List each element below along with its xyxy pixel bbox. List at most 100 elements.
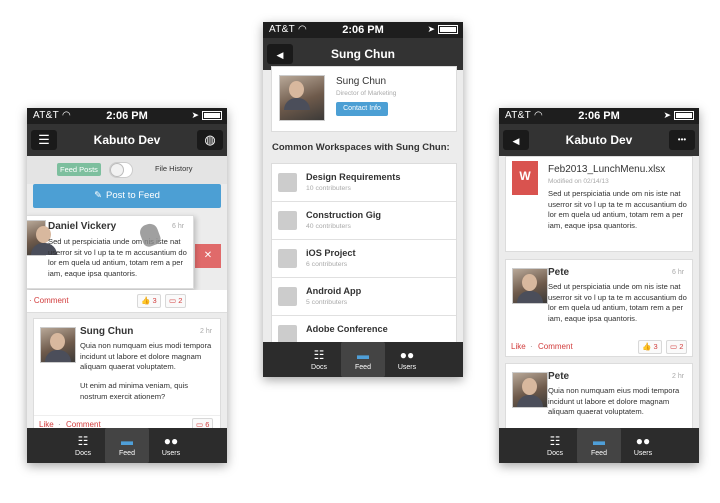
- tab-label: Users: [397, 363, 417, 371]
- right-phone-screen: AT&T ◠ 2:06 PM ➤ ◀ Kabuto Dev ••• W Feb2…: [499, 108, 699, 463]
- separator: ·: [530, 342, 533, 351]
- workspace-name: iOS Project: [306, 248, 356, 258]
- post-time: 2 hr: [672, 373, 685, 380]
- tab-docs[interactable]: ☷ Docs: [533, 428, 577, 463]
- tab-feed[interactable]: ▬ Feed: [105, 428, 149, 463]
- post-time: 6 hr: [172, 223, 185, 230]
- profile-name: Sung Chun: [336, 76, 387, 87]
- tab-docs[interactable]: ☷ Docs: [297, 342, 341, 377]
- like-link[interactable]: Like: [511, 342, 526, 351]
- tab-label: Users: [633, 449, 653, 457]
- separator: ·: [29, 296, 32, 305]
- location-icon: ➤: [663, 110, 671, 120]
- comment-icon: ▭: [670, 342, 678, 351]
- post-author: Pete: [548, 371, 570, 382]
- globe-button[interactable]: ◍: [197, 130, 223, 150]
- users-icon: ●●: [635, 433, 651, 448]
- status-bar: AT&T ◠ 2:06 PM ➤: [263, 22, 463, 38]
- post-author: Sung Chun: [80, 326, 134, 337]
- comment-count-badge[interactable]: ▭ 2: [666, 340, 688, 354]
- file-modified: Modified on 02/14/13: [548, 178, 609, 185]
- comment-link[interactable]: Comment: [538, 342, 573, 351]
- toggle-switch[interactable]: [109, 162, 133, 178]
- users-icon: ●●: [163, 433, 179, 448]
- post-button-label: Post to Feed: [106, 190, 160, 201]
- post-time: 6 hr: [672, 269, 685, 276]
- feed-post[interactable]: Pete 2 hr Quia non numquam eius modi tem…: [505, 363, 693, 435]
- tab-bar: ☷ Docs ▬ Feed ●● Users: [499, 428, 699, 463]
- post-author: Pete: [548, 267, 570, 278]
- more-icon: •••: [677, 135, 687, 144]
- workspace-contributors: 6 contributers: [306, 261, 348, 268]
- tab-label: Docs: [311, 363, 327, 371]
- like-count: 3: [152, 296, 157, 305]
- battery-icon: [438, 25, 458, 34]
- feed-icon: ▬: [593, 433, 605, 448]
- workspace-thumbnail: [278, 211, 297, 230]
- file-history-label[interactable]: File History: [155, 164, 193, 173]
- status-bar: AT&T ◠ 2:06 PM ➤: [27, 108, 227, 124]
- workspace-thumbnail: [278, 249, 297, 268]
- globe-icon: ◍: [204, 132, 216, 147]
- feed-icon: ▬: [121, 433, 133, 448]
- feed-post-swiped[interactable]: Daniel Vickery 6 hr Sed ut perspiciatia …: [27, 215, 194, 289]
- docs-icon: ☷: [313, 347, 325, 362]
- post-text: Quia non numquam eius modi tempora incid…: [548, 386, 680, 416]
- workspace-item[interactable]: Design Requirements 10 contributers: [272, 164, 456, 202]
- workspace-item[interactable]: iOS Project 6 contributers: [272, 240, 456, 278]
- tab-feed[interactable]: ▬ Feed: [341, 342, 385, 377]
- avatar: [27, 220, 57, 256]
- toggle-knob: [110, 163, 124, 177]
- delete-action-area[interactable]: ✕: [195, 244, 221, 268]
- workspace-item[interactable]: Construction Gig 40 contributers: [272, 202, 456, 240]
- comment-icon: ▭: [169, 296, 177, 305]
- docs-icon: ☷: [77, 433, 89, 448]
- post-actions: · Comment 👍 3 ▭ 2: [27, 290, 227, 313]
- tab-feed[interactable]: ▬ Feed: [577, 428, 621, 463]
- file-post-card[interactable]: W Feb2013_LunchMenu.xlsx Modified on 02/…: [505, 156, 693, 252]
- comment-link[interactable]: · Comment: [29, 296, 69, 305]
- comment-count: 2: [679, 342, 684, 351]
- workspace-thumbnail: [278, 173, 297, 192]
- word-file-icon: W: [512, 161, 538, 195]
- battery-icon: [674, 111, 694, 120]
- workspace-item[interactable]: Android App 5 contributers: [272, 278, 456, 316]
- tab-bar: ☷ Docs ▬ Feed ●● Users: [263, 342, 463, 377]
- workspace-contributors: 10 contributers: [306, 185, 351, 192]
- like-count-badge[interactable]: 👍 3: [638, 340, 662, 354]
- feed-icon: ▬: [357, 347, 369, 362]
- tab-label: Feed: [119, 449, 135, 457]
- location-icon: ➤: [191, 110, 199, 120]
- more-button[interactable]: •••: [669, 130, 695, 150]
- comment-count-badge[interactable]: ▭ 2: [165, 294, 187, 308]
- file-name[interactable]: Feb2013_LunchMenu.xlsx: [548, 164, 665, 175]
- post-text: Sed ut perspiciatia unde om nis iste nat…: [548, 282, 687, 323]
- feed-post[interactable]: Pete 6 hr Sed ut perspiciatia unde om ni…: [505, 259, 693, 357]
- tab-label: Feed: [591, 449, 607, 457]
- tab-users[interactable]: ●● Users: [621, 428, 665, 463]
- view-toggle-row: Feed Posts File History: [27, 156, 227, 184]
- tab-users[interactable]: ●● Users: [149, 428, 193, 463]
- tab-users[interactable]: ●● Users: [385, 342, 429, 377]
- tab-label: Feed: [355, 363, 371, 371]
- like-count-badge[interactable]: 👍 3: [137, 294, 161, 308]
- tab-label: Docs: [75, 449, 91, 457]
- post-to-feed-button[interactable]: ✎ Post to Feed: [33, 184, 221, 208]
- workspace-contributors: 40 contributers: [306, 223, 351, 230]
- location-icon: ➤: [427, 24, 435, 34]
- file-description: Sed ut perspiciatia unde om nis iste nat…: [548, 189, 687, 230]
- feed-post[interactable]: Sung Chun 2 hr Quia non numquam eius mod…: [33, 318, 221, 434]
- tab-label: Users: [161, 449, 181, 457]
- avatar: [512, 268, 548, 304]
- contact-info-button[interactable]: Contact Info: [336, 102, 388, 116]
- tab-docs[interactable]: ☷ Docs: [61, 428, 105, 463]
- post-time: 2 hr: [200, 328, 213, 335]
- profile-role: Director of Marketing: [336, 90, 397, 97]
- battery-icon: [202, 111, 222, 120]
- feed-posts-label[interactable]: Feed Posts: [57, 163, 101, 176]
- post-author: Daniel Vickery: [48, 221, 117, 232]
- profile-avatar: [279, 75, 325, 121]
- workspace-item[interactable]: Adobe Conference: [272, 316, 456, 344]
- thumb-icon: 👍: [642, 342, 652, 351]
- like-count: 3: [653, 342, 658, 351]
